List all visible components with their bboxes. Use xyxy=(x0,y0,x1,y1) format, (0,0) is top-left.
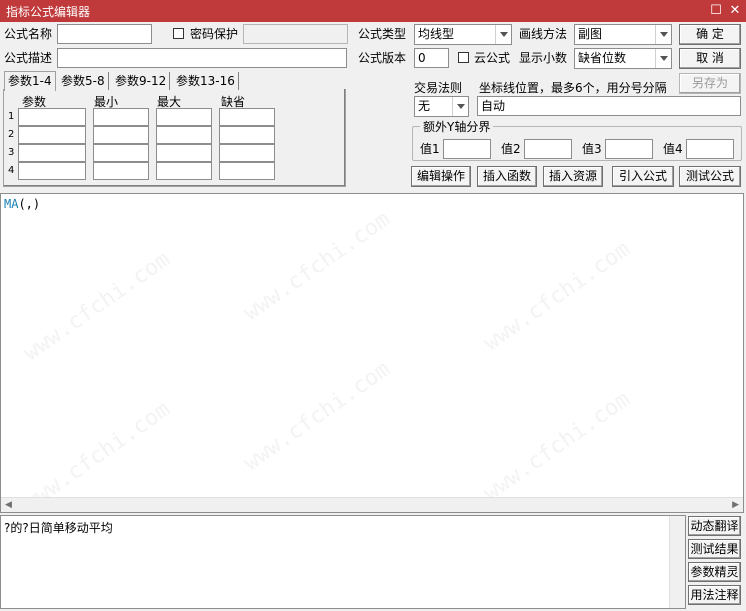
cloud-formula-label: 云公式 xyxy=(474,51,511,65)
param-name-input[interactable] xyxy=(18,162,86,180)
y-value-4-input[interactable] xyxy=(686,139,734,159)
coord-line-input[interactable]: 自动 xyxy=(477,96,741,116)
password-input[interactable] xyxy=(243,24,348,44)
watermark: www.cfchi.com xyxy=(239,206,395,327)
tab-params-9-12[interactable]: 参数9-12 xyxy=(112,72,171,90)
password-label: 密码保护 xyxy=(190,27,239,41)
window-title: 指标公式编辑器 xyxy=(6,5,91,19)
param-min-input[interactable] xyxy=(93,108,149,126)
draw-method-select[interactable]: 副图 xyxy=(574,24,672,45)
test-result-button[interactable]: 测试结果 xyxy=(688,539,741,559)
y-value-1-input[interactable] xyxy=(443,139,491,159)
draw-method-label: 画线方法 xyxy=(519,27,568,41)
param-header-min: 最小 xyxy=(94,95,119,109)
y-value-label: 值3 xyxy=(582,142,602,156)
formula-name-input[interactable] xyxy=(57,24,152,44)
formula-desc-label: 公式描述 xyxy=(4,51,53,65)
param-max-input[interactable] xyxy=(156,126,212,144)
param-name-input[interactable] xyxy=(18,144,86,162)
cloud-formula-checkbox[interactable] xyxy=(458,52,469,63)
insert-resource-button[interactable]: 插入资源 xyxy=(543,166,603,187)
param-default-input[interactable] xyxy=(219,144,275,162)
description-text: ?的?日简单移动平均 xyxy=(4,521,113,535)
trade-rule-select[interactable]: 无 xyxy=(414,96,469,117)
ok-button[interactable]: 确 定 xyxy=(679,24,741,45)
y-axis-group-title: 额外Y轴分界 xyxy=(420,120,494,134)
watermark: www.cfchi.com xyxy=(479,386,635,507)
title-bar: 指标公式编辑器 ☐ ✕ xyxy=(0,0,746,22)
param-header-name: 参数 xyxy=(22,95,47,109)
restore-icon[interactable]: ☐ xyxy=(708,3,724,19)
watermark: www.cfchi.com xyxy=(479,236,635,357)
formula-version-input[interactable]: 0 xyxy=(414,48,449,68)
close-icon[interactable]: ✕ xyxy=(727,3,743,19)
formula-version-label: 公式版本 xyxy=(358,51,407,65)
import-formula-button[interactable]: 引入公式 xyxy=(612,166,674,187)
password-checkbox[interactable] xyxy=(173,28,184,39)
tab-params-1-4[interactable]: 参数1-4 xyxy=(4,71,56,91)
param-default-input[interactable] xyxy=(219,126,275,144)
chevron-down-icon xyxy=(655,25,671,44)
param-min-input[interactable] xyxy=(93,126,149,144)
param-header-max: 最大 xyxy=(157,95,182,109)
code-keyword: MA xyxy=(4,197,19,211)
save-as-button[interactable]: 另存为 xyxy=(679,73,741,94)
param-default-input[interactable] xyxy=(219,108,275,126)
formula-type-select[interactable]: 均线型 xyxy=(414,24,512,45)
y-value-label: 值2 xyxy=(501,142,521,156)
watermark: www.cfchi.com xyxy=(239,356,395,477)
code-text: (,) xyxy=(18,197,41,211)
decimals-label: 显示小数 xyxy=(519,51,568,65)
scroll-left-icon[interactable]: ◀ xyxy=(5,500,12,510)
tab-params-13-16[interactable]: 参数13-16 xyxy=(173,72,239,90)
param-row-number: 2 xyxy=(8,129,15,140)
trade-rule-value: 无 xyxy=(418,99,431,113)
chevron-down-icon xyxy=(655,49,671,68)
param-max-input[interactable] xyxy=(156,108,212,126)
param-name-input[interactable] xyxy=(18,108,86,126)
param-max-input[interactable] xyxy=(156,144,212,162)
formula-name-label: 公式名称 xyxy=(4,27,53,41)
param-row-number: 1 xyxy=(8,111,15,122)
param-min-input[interactable] xyxy=(93,162,149,180)
decimals-select[interactable]: 缺省位数 xyxy=(574,48,672,69)
draw-method-value: 副图 xyxy=(578,27,603,41)
param-name-input[interactable] xyxy=(18,126,86,144)
param-max-input[interactable] xyxy=(156,162,212,180)
description-box[interactable]: ?的?日简单移动平均 xyxy=(0,515,686,609)
formula-desc-input[interactable] xyxy=(57,48,347,68)
chevron-down-icon xyxy=(495,25,511,44)
watermark: www.cfchi.com xyxy=(19,246,175,367)
tab-params-5-8[interactable]: 参数5-8 xyxy=(58,72,109,90)
param-min-input[interactable] xyxy=(93,144,149,162)
vertical-scrollbar[interactable] xyxy=(669,516,685,608)
code-editor[interactable]: MA(,) www.cfchi.com www.cfchi.com www.cf… xyxy=(0,193,744,516)
formula-type-value: 均线型 xyxy=(418,27,455,41)
param-default-input[interactable] xyxy=(219,162,275,180)
param-header-default: 缺省 xyxy=(221,95,246,109)
y-value-3-input[interactable] xyxy=(605,139,653,159)
param-row-number: 3 xyxy=(8,147,15,158)
dynamic-translate-button[interactable]: 动态翻译 xyxy=(688,516,741,536)
trade-rule-label: 交易法则 xyxy=(414,81,463,95)
formula-type-label: 公式类型 xyxy=(358,27,407,41)
y-value-label: 值1 xyxy=(420,142,440,156)
y-value-label: 值4 xyxy=(663,142,683,156)
edit-ops-button[interactable]: 编辑操作 xyxy=(411,166,471,187)
insert-function-button[interactable]: 插入函数 xyxy=(477,166,537,187)
param-row-number: 4 xyxy=(8,165,15,176)
y-value-2-input[interactable] xyxy=(524,139,572,159)
test-formula-button[interactable]: 测试公式 xyxy=(679,166,741,187)
chevron-down-icon xyxy=(452,97,468,116)
scroll-right-icon[interactable]: ▶ xyxy=(732,500,739,510)
horizontal-scrollbar[interactable]: ◀ ▶ xyxy=(1,497,743,512)
cancel-button[interactable]: 取 消 xyxy=(679,48,741,69)
usage-notes-button[interactable]: 用法注释 xyxy=(688,585,741,605)
decimals-value: 缺省位数 xyxy=(578,51,627,65)
coord-line-label: 坐标线位置，最多6个，用分号分隔 xyxy=(479,81,667,95)
param-wizard-button[interactable]: 参数精灵 xyxy=(688,562,741,582)
code-line: MA(,) xyxy=(4,197,40,211)
